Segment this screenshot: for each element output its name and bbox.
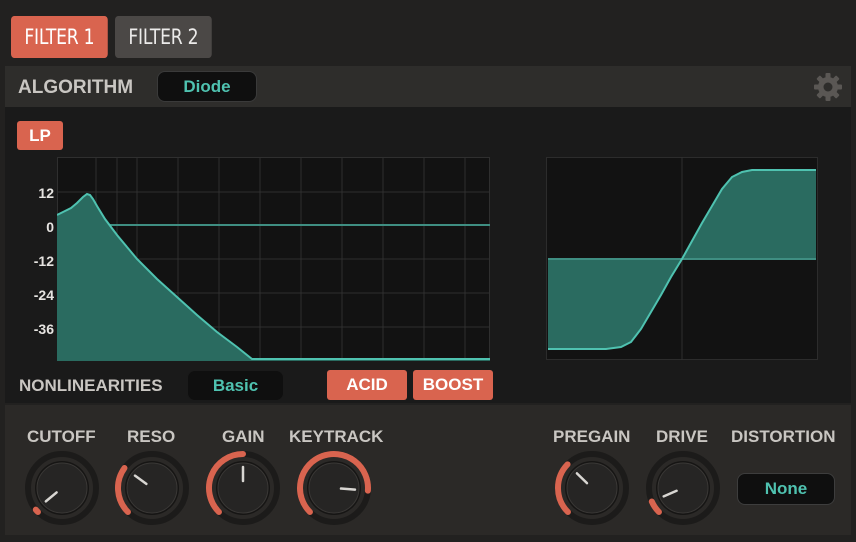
drive-knob[interactable]	[641, 450, 725, 530]
gain-label: GAIN	[222, 427, 265, 446]
tab-filter-1[interactable]: FILTER 1	[11, 16, 108, 58]
distortion-select[interactable]: None	[737, 473, 835, 505]
knob-body	[657, 462, 709, 514]
cutoff-knob[interactable]	[20, 450, 104, 530]
y-tick-neg36: -36	[33, 321, 54, 337]
gain-knob[interactable]	[201, 450, 285, 530]
boost-button[interactable]: BOOST	[413, 370, 493, 400]
nonlinearities-select[interactable]: Basic	[187, 370, 284, 401]
tab-filter-2[interactable]: FILTER 2	[115, 16, 212, 58]
y-tick-12: 12	[38, 185, 54, 201]
y-tick-neg12: -12	[33, 253, 54, 269]
pregain-knob[interactable]	[550, 450, 634, 530]
acid-button[interactable]: ACID	[327, 370, 407, 400]
reso-knob[interactable]	[110, 450, 194, 530]
distortion-label: DISTORTION	[731, 427, 836, 446]
cutoff-label: CUTOFF	[27, 427, 96, 446]
knob-body	[36, 462, 88, 514]
knob-pointer	[339, 487, 357, 491]
frequency-response-graph	[57, 157, 490, 361]
keytrack-knob[interactable]	[292, 450, 376, 530]
settings-gear-icon[interactable]	[812, 71, 844, 103]
knob-value-arc	[648, 498, 662, 516]
y-tick-0: 0	[46, 219, 54, 235]
reso-label: RESO	[127, 427, 176, 446]
filter-type-button[interactable]: LP	[17, 121, 63, 150]
nonlinearity-graph	[546, 157, 818, 360]
knob-body	[566, 462, 618, 514]
nonlinearities-label: NONLINEARITIES	[19, 376, 163, 395]
y-tick-neg24: -24	[33, 287, 54, 303]
knob-body	[126, 462, 178, 514]
algorithm-label: ALGORITHM	[18, 77, 134, 98]
knob-value-arc	[32, 506, 41, 516]
pregain-label: PREGAIN	[553, 427, 631, 446]
drive-label: DRIVE	[656, 427, 708, 446]
algorithm-select[interactable]: Diode	[157, 71, 257, 102]
keytrack-label: KEYTRACK	[289, 427, 384, 446]
knob-body	[308, 462, 360, 514]
